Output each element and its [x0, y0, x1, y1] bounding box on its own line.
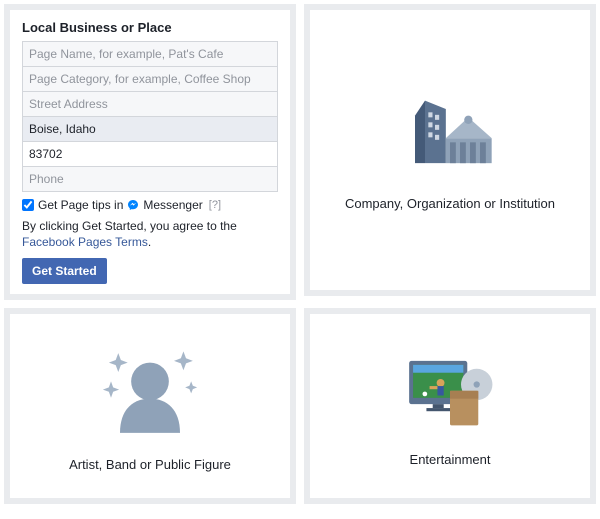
page-tips-row: Get Page tips in Messenger [?] [22, 198, 278, 212]
company-card[interactable]: Company, Organization or Institution [304, 4, 596, 296]
zip-input[interactable] [22, 142, 278, 167]
company-icon [400, 89, 500, 182]
artist-label: Artist, Band or Public Figure [69, 457, 231, 472]
terms-link[interactable]: Facebook Pages Terms [22, 235, 148, 249]
page-category-input[interactable] [22, 67, 278, 92]
street-address-input[interactable] [22, 92, 278, 117]
page-name-input[interactable] [22, 41, 278, 67]
phone-input[interactable] [22, 167, 278, 192]
entertainment-card[interactable]: Entertainment [304, 308, 596, 504]
company-label: Company, Organization or Institution [345, 196, 555, 211]
local-business-card[interactable]: Local Business or Place Get Page tips in… [4, 4, 296, 300]
city-input[interactable] [22, 117, 278, 142]
artist-icon [90, 340, 210, 443]
help-icon[interactable]: [?] [209, 199, 221, 211]
local-business-title: Local Business or Place [22, 20, 278, 35]
messenger-icon [127, 199, 139, 211]
page-tips-checkbox[interactable] [22, 199, 34, 211]
page-tips-label-pre: Get Page tips in [38, 198, 123, 212]
entertainment-icon [395, 345, 505, 438]
page-tips-label-brand: Messenger [143, 198, 202, 212]
artist-card[interactable]: Artist, Band or Public Figure [4, 308, 296, 504]
entertainment-label: Entertainment [410, 452, 491, 467]
terms-text: By clicking Get Started, you agree to th… [22, 218, 278, 250]
get-started-button[interactable]: Get Started [22, 258, 107, 284]
